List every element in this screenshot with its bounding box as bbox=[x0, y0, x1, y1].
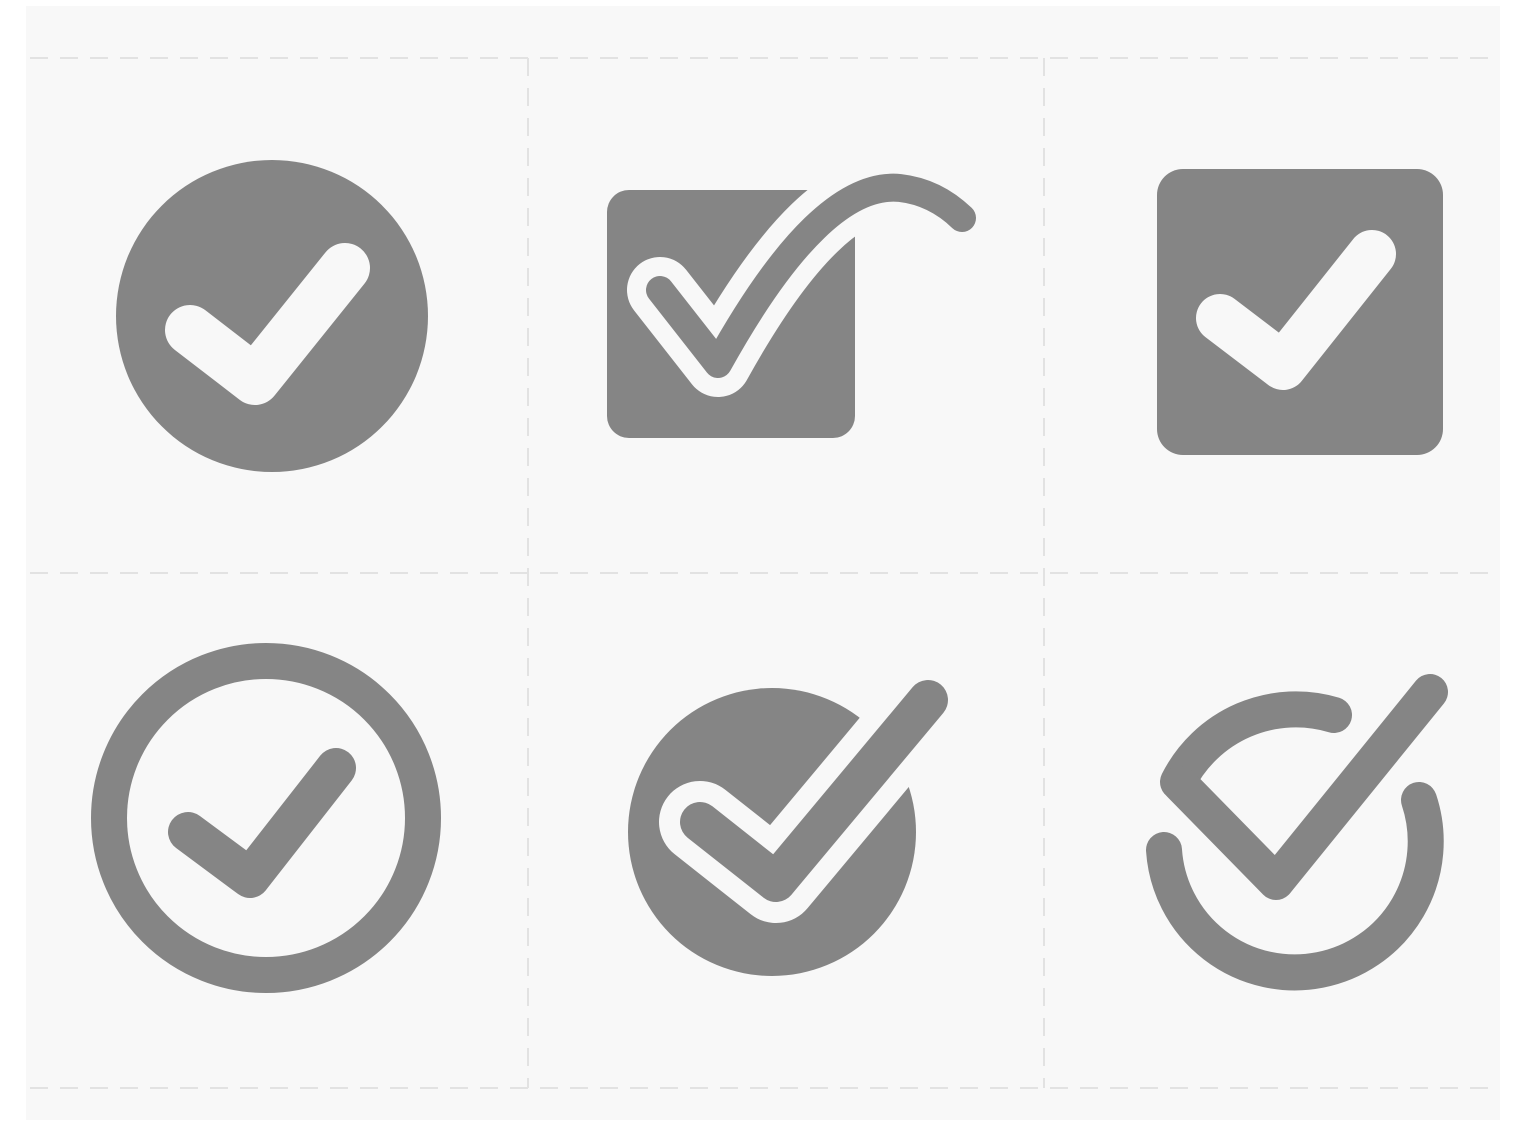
square-swoosh-check-icon bbox=[600, 170, 980, 450]
filled-rounded-square-check-icon bbox=[1150, 160, 1450, 460]
circle-overflow-check-icon bbox=[620, 670, 960, 990]
outline-circle-check-icon bbox=[80, 630, 460, 1010]
filled-circle-check-icon bbox=[100, 150, 440, 490]
open-circle-check-icon bbox=[1130, 660, 1470, 1010]
